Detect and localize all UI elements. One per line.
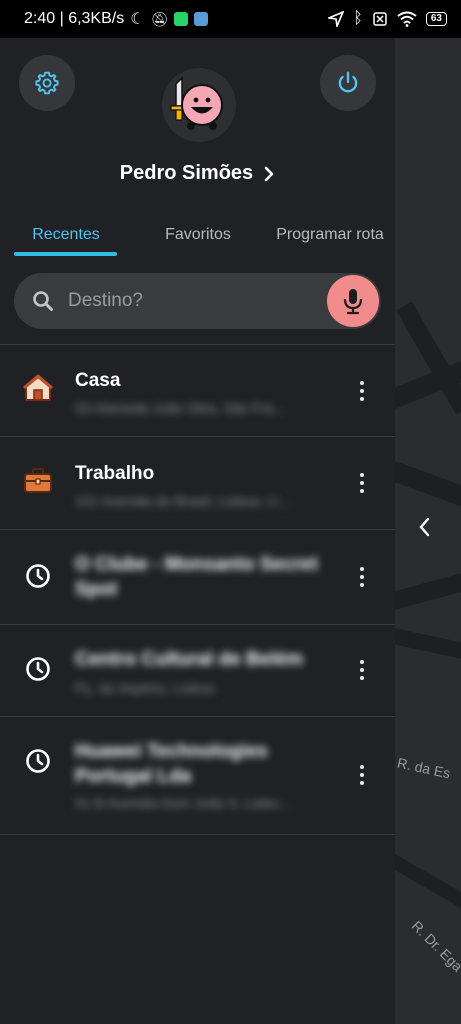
app-notification-icon — [194, 12, 209, 26]
list-item-title: Centro Cultural de Belém — [75, 649, 304, 670]
list-item-title: O Clube - Monsanto Secret Spot — [75, 554, 318, 600]
bell-off-icon: 🔕︎ — [150, 10, 169, 27]
home-icon — [22, 372, 54, 404]
wazer-avatar-icon — [170, 76, 223, 130]
clock-icon — [22, 653, 54, 685]
wifi-icon — [397, 11, 417, 27]
active-tab-indicator — [14, 252, 117, 256]
tab-bar: Recentes Favoritos Programar rota — [0, 212, 395, 258]
status-bar: 2:40 | 6,3KB/s ☾ 🔕︎ ᛒ 63 — [0, 0, 461, 38]
status-time: 2:40 | 6,3KB/s — [24, 10, 125, 27]
no-sim-icon — [373, 12, 387, 26]
chevron-right-icon — [264, 166, 274, 181]
list-item-subtitle: 51 B Avenida Dom João II, Lisbo... — [75, 795, 290, 811]
search-placeholder: Destino? — [68, 290, 143, 311]
list-item-casa[interactable]: Casa 53 Alameda João Sitra, São Fra... — [0, 345, 395, 436]
avatar[interactable] — [162, 68, 236, 142]
more-options-icon[interactable] — [352, 562, 372, 592]
street-label: R. Dr. Ega — [408, 917, 461, 975]
search-input[interactable]: Destino? — [14, 273, 381, 329]
recent-destinations-list: Casa 53 Alameda João Sitra, São Fra... T… — [0, 344, 395, 835]
voice-search-button[interactable] — [327, 275, 379, 327]
power-button[interactable] — [320, 55, 376, 111]
gear-icon — [35, 71, 59, 95]
list-item-title: Casa — [75, 370, 121, 391]
location-arrow-icon — [328, 11, 345, 27]
microphone-icon — [343, 289, 363, 315]
tab-favoritos[interactable]: Favoritos — [146, 212, 250, 258]
street-label: R. da Es — [395, 754, 452, 782]
tab-programar-rota[interactable]: Programar rota — [270, 212, 390, 258]
power-icon — [338, 71, 358, 93]
more-options-icon[interactable] — [352, 760, 372, 790]
side-drawer: Pedro Simões Recentes Favoritos Programa… — [0, 38, 395, 1024]
briefcase-icon — [22, 464, 54, 496]
list-item-title: Trabalho — [75, 463, 155, 484]
chevron-left-icon[interactable] — [415, 516, 435, 543]
search-icon — [33, 291, 53, 311]
list-item-recent[interactable]: Centro Cultural de Belém Pç. do Império,… — [0, 625, 395, 716]
list-item-recent[interactable]: O Clube - Monsanto Secret Spot — [0, 530, 395, 624]
list-item-recent[interactable]: Huawei Technologies Portugal Lda 51 B Av… — [0, 717, 395, 834]
list-item-subtitle: 53 Alameda João Sitra, São Fra... — [75, 400, 286, 416]
profile-link[interactable]: Pedro Simões — [0, 162, 395, 185]
divider — [0, 834, 395, 835]
list-item-trabalho[interactable]: Trabalho 101 Avenida do Brasil, Lisboa, … — [0, 437, 395, 529]
list-item-title: Huawei Technologies Portugal Lda — [75, 741, 268, 787]
settings-button[interactable] — [19, 55, 75, 111]
list-item-subtitle: Pç. do Império, Lisboa — [75, 680, 215, 696]
clock-icon — [22, 560, 54, 592]
whatsapp-icon — [174, 12, 189, 26]
list-item-subtitle: 101 Avenida do Brasil, Lisboa, Li... — [75, 493, 290, 509]
map-view[interactable]: R. da Es R. Dr. Ega — [395, 38, 461, 1024]
more-options-icon[interactable] — [352, 655, 372, 685]
moon-icon: ☾ — [130, 11, 145, 28]
more-options-icon[interactable] — [352, 468, 372, 498]
more-options-icon[interactable] — [352, 376, 372, 406]
bluetooth-icon: ᛒ — [353, 10, 363, 27]
user-name: Pedro Simões — [119, 162, 254, 184]
clock-icon — [22, 745, 54, 777]
battery-indicator: 63 — [425, 12, 447, 26]
